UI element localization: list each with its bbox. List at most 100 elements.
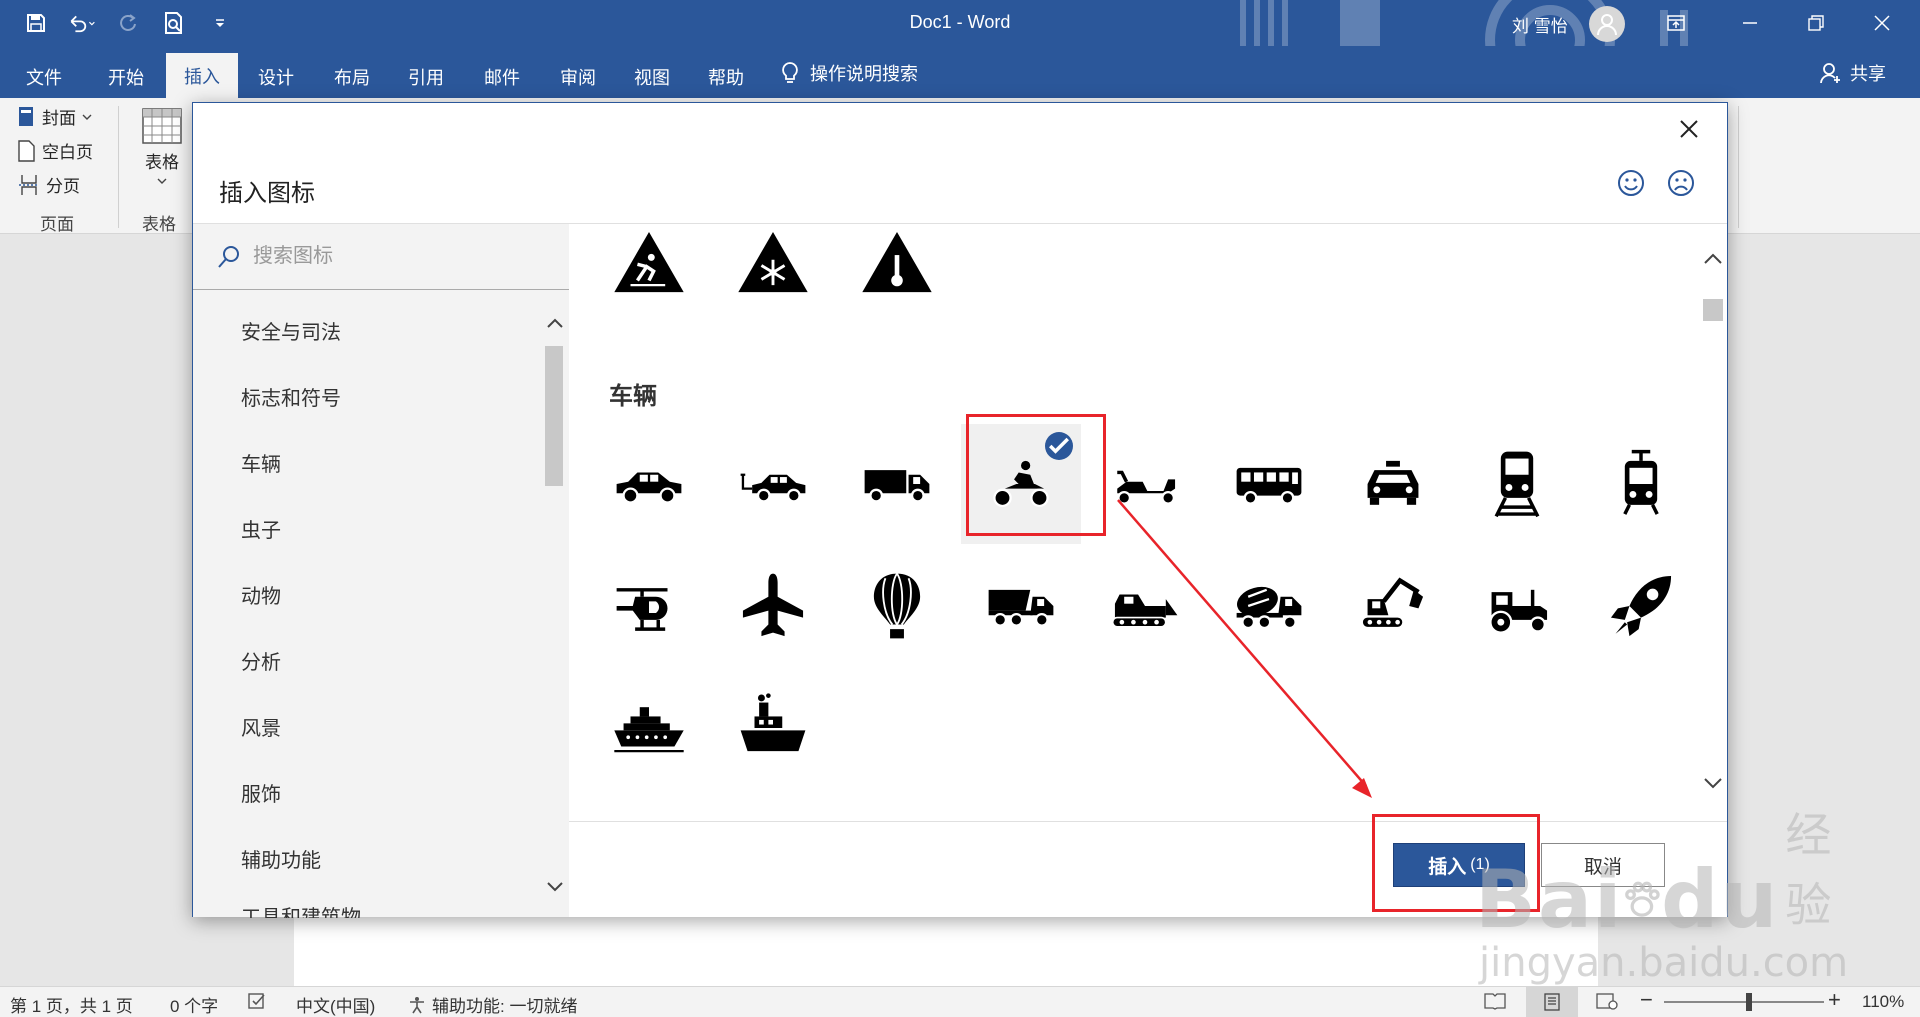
blank-page-icon [18, 139, 35, 162]
tab-help[interactable]: 帮助 [692, 56, 760, 98]
steamship-icon[interactable] [713, 668, 833, 788]
snowflake-warning-icon[interactable] [713, 224, 833, 322]
scooter-icon[interactable] [1085, 424, 1205, 544]
category-item[interactable]: 安全与司法 [241, 316, 341, 345]
tab-review[interactable]: 审阅 [544, 56, 612, 98]
category-item[interactable]: 风景 [241, 712, 281, 741]
tab-home[interactable]: 开始 [92, 56, 160, 98]
print-preview-button[interactable] [160, 10, 188, 36]
zoom-out-button[interactable]: − [1640, 987, 1653, 1013]
user-icon [1597, 14, 1617, 36]
airplane-icon[interactable] [713, 546, 833, 666]
dump-truck-icon[interactable] [961, 546, 1081, 666]
icon-gallery: 车辆 [569, 223, 1727, 821]
bus-icon[interactable] [1209, 424, 1329, 544]
user-name[interactable]: 刘 雪怡 [1512, 12, 1568, 37]
category-item[interactable]: 动物 [241, 580, 281, 609]
category-scroll-up-icon[interactable] [545, 316, 565, 330]
proofing-icon[interactable] [248, 992, 268, 1015]
tab-view[interactable]: 视图 [618, 56, 686, 98]
zoom-slider[interactable] [1664, 1001, 1824, 1003]
zoom-level[interactable]: 110% [1862, 992, 1904, 1012]
print-layout-icon[interactable] [1526, 987, 1578, 1017]
table-button[interactable]: 表格 [140, 108, 184, 185]
frown-feedback-button[interactable] [1663, 165, 1699, 201]
gallery-scroll-down-icon[interactable] [1701, 769, 1725, 799]
search-icon [218, 245, 239, 268]
tab-design[interactable]: 设计 [242, 56, 310, 98]
category-item[interactable]: 辅助功能 [241, 844, 321, 873]
tell-me-search[interactable]: 操作说明搜索 [780, 60, 918, 86]
read-mode-icon[interactable] [1484, 992, 1506, 1015]
category-scroll-down-icon[interactable] [545, 880, 565, 894]
close-icon [1680, 120, 1698, 138]
car-icon[interactable] [589, 424, 709, 544]
ribbon-display-icon [1667, 15, 1685, 31]
hot-air-balloon-icon[interactable] [837, 546, 957, 666]
slippery-floor-warning-icon[interactable] [589, 224, 709, 322]
cancel-button[interactable]: 取消 [1541, 843, 1665, 887]
cover-page-button[interactable]: 封面 [18, 104, 92, 129]
restore-button[interactable] [1796, 8, 1836, 38]
zoom-in-button[interactable]: + [1828, 987, 1841, 1013]
excavator-icon[interactable] [1333, 546, 1453, 666]
tractor-icon[interactable] [1457, 546, 1577, 666]
rocket-icon[interactable] [1581, 546, 1701, 666]
language-status[interactable]: 中文(中国) [296, 992, 375, 1017]
tab-file[interactable]: 文件 [10, 56, 78, 98]
category-item[interactable]: 标志和符号 [241, 382, 341, 411]
ribbon-display-options-button[interactable] [1656, 8, 1696, 38]
bulldozer-icon[interactable] [1085, 546, 1205, 666]
cruise-ship-icon[interactable] [589, 668, 709, 788]
share-button[interactable]: 共享 [1820, 60, 1886, 86]
close-window-button[interactable] [1862, 8, 1902, 38]
motorcycle-icon[interactable] [961, 424, 1081, 544]
gallery-scrollbar-thumb[interactable] [1703, 299, 1723, 321]
helicopter-icon[interactable] [589, 546, 709, 666]
category-item[interactable]: 工具和建筑物 [241, 904, 361, 918]
truck-icon[interactable] [837, 424, 957, 544]
gallery-scroll-up-icon[interactable] [1701, 243, 1725, 273]
word-count[interactable]: 0 个字 [170, 992, 218, 1017]
status-bar: 第 1 页，共 1 页 0 个字 中文(中国) 辅助功能: 一切就绪 − + 1… [0, 986, 1920, 1017]
electric-car-icon[interactable] [713, 424, 833, 544]
blank-page-button[interactable]: 空白页 [18, 138, 93, 163]
selected-check-icon [1045, 432, 1073, 460]
tab-insert[interactable]: 插入 [166, 53, 238, 98]
category-item[interactable]: 虫子 [241, 514, 281, 543]
zoom-slider-thumb[interactable] [1746, 993, 1752, 1011]
accessibility-status[interactable]: 辅助功能: 一切就绪 [408, 992, 577, 1017]
tab-mailings[interactable]: 邮件 [468, 56, 536, 98]
customize-qat-button[interactable] [206, 10, 234, 36]
cement-mixer-icon[interactable] [1209, 546, 1329, 666]
train-icon[interactable] [1457, 424, 1577, 544]
web-layout-icon[interactable] [1596, 992, 1618, 1015]
category-item[interactable]: 车辆 [241, 448, 281, 477]
page-count[interactable]: 第 1 页，共 1 页 [10, 992, 133, 1017]
lightbulb-icon [782, 62, 798, 83]
share-label: 共享 [1850, 64, 1886, 84]
save-icon [27, 14, 45, 32]
temperature-warning-icon[interactable] [837, 224, 957, 322]
ribbon-tabs: 文件 开始 插入 设计 布局 引用 邮件 审阅 视图 帮助 操作说明搜索 共享 [0, 46, 1920, 98]
tab-references[interactable]: 引用 [392, 56, 460, 98]
dialog-close-button[interactable] [1673, 113, 1705, 145]
category-item[interactable]: 分析 [241, 646, 281, 675]
tram-icon[interactable] [1581, 424, 1701, 544]
chevron-down-icon [157, 178, 167, 184]
category-scrollbar-thumb[interactable] [545, 346, 563, 486]
insert-button[interactable]: 插入 (1) [1393, 843, 1525, 887]
category-item[interactable]: 服饰 [241, 778, 281, 807]
undo-button[interactable] [68, 10, 96, 36]
minimize-button[interactable] [1730, 8, 1770, 38]
tab-layout[interactable]: 布局 [318, 56, 386, 98]
save-button[interactable] [22, 10, 50, 36]
cover-page-label: 封面 [42, 109, 76, 128]
redo-button[interactable] [114, 10, 142, 36]
search-input[interactable] [253, 245, 553, 268]
smile-feedback-button[interactable] [1613, 165, 1649, 201]
taxi-icon[interactable] [1333, 424, 1453, 544]
page-break-button[interactable]: 分页 [18, 172, 80, 197]
avatar[interactable] [1589, 6, 1625, 42]
accessibility-icon [410, 996, 424, 1013]
